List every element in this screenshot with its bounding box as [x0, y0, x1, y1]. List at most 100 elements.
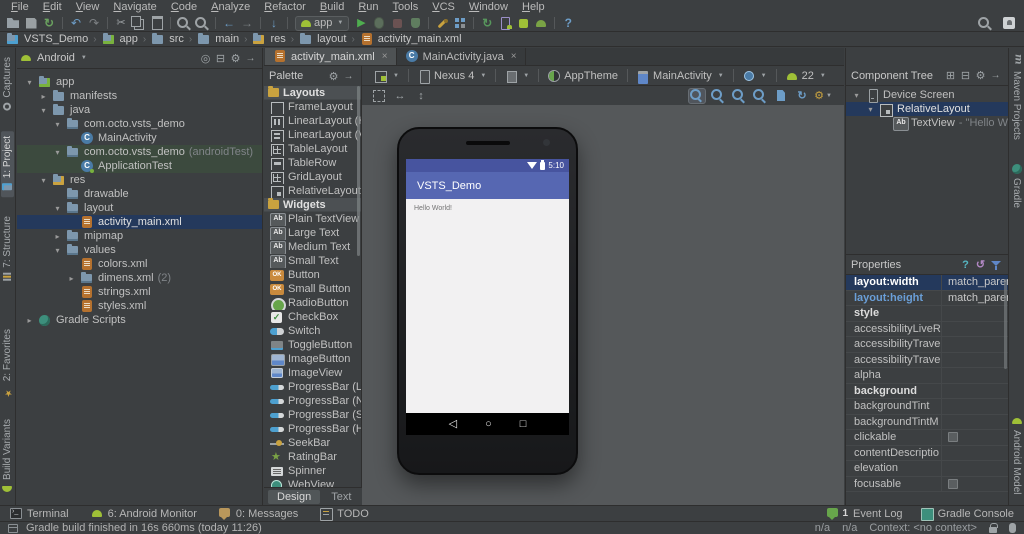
settings-icon[interactable] — [228, 51, 243, 65]
fitscreen-icon[interactable] — [370, 88, 388, 104]
palette-item-button[interactable]: Button — [264, 268, 361, 282]
phone-screen[interactable]: 5:10 VSTS_Demo Hello World! ◁ ○ □ — [406, 159, 569, 435]
tree-row-gradle-scripts[interactable]: ▸Gradle Scripts — [17, 313, 262, 327]
property-value[interactable] — [942, 432, 958, 442]
palette-item-progressbar-hori[interactable]: ProgressBar (Hori — [264, 422, 361, 436]
settings-icon[interactable] — [326, 69, 341, 83]
palette-item-framelayout[interactable]: FrameLayout — [264, 100, 361, 114]
breadcrumb-main[interactable]: main — [197, 33, 239, 46]
tree-row-java[interactable]: ▾java — [17, 103, 262, 117]
filter-icon[interactable] — [988, 258, 1003, 272]
component-relativelayout[interactable]: ▾RelativeLayout — [846, 102, 1008, 116]
stripe-tab-2-favorites[interactable]: 2: Favorites — [1, 324, 14, 400]
tree-row-colors-xml[interactable]: colors.xml — [17, 257, 262, 271]
tree-collapsed-icon[interactable]: ▸ — [25, 316, 34, 325]
checkbox[interactable] — [948, 432, 958, 442]
property-row-style[interactable]: style — [846, 306, 1008, 322]
tree-row-com-octo-vsts-demo[interactable]: ▾com.octo.vsts_demo (androidTest) — [17, 145, 262, 159]
tree-collapsed-icon[interactable]: ▸ — [53, 232, 62, 241]
stripe-tab-gradle[interactable]: Gradle — [1010, 159, 1023, 213]
toolwindow-6-android-monitor[interactable]: 6: Android Monitor — [91, 508, 197, 520]
locale-selector[interactable]: ▼ — [738, 70, 772, 82]
toolwindow-event-log[interactable]: 1Event Log — [827, 508, 902, 520]
palette-item-relativelayout[interactable]: RelativeLayout — [264, 184, 361, 198]
gradle-sync-icon[interactable] — [478, 16, 496, 31]
open-icon[interactable] — [4, 16, 22, 31]
debug-icon[interactable] — [370, 16, 388, 31]
checkbox[interactable] — [948, 479, 958, 489]
tree-expanded-icon[interactable]: ▾ — [53, 204, 62, 213]
palette-item-imageview[interactable]: ImageView — [264, 366, 361, 380]
toggle-stripes-icon[interactable] — [8, 524, 18, 533]
device-preview[interactable]: 5:10 VSTS_Demo Hello World! ◁ ○ □ — [397, 127, 578, 475]
property-row-focusable[interactable]: focusable — [846, 477, 1008, 493]
forward-icon[interactable] — [238, 16, 256, 31]
component-textview[interactable]: TextView - "Hello World!" — [846, 116, 1008, 130]
zoom-fit-icon[interactable] — [688, 88, 706, 104]
project-view-selector[interactable]: Android — [37, 52, 75, 64]
theme-selector[interactable]: AppTheme — [543, 70, 623, 82]
tree-row-activity-main-xml[interactable]: activity_main.xml — [17, 215, 262, 229]
menu-window[interactable]: Window — [462, 0, 515, 15]
breadcrumb-activity-main-xml[interactable]: activity_main.xml — [360, 33, 462, 46]
tree-expanded-icon[interactable]: ▾ — [39, 106, 48, 115]
menu-vcs[interactable]: VCS — [425, 0, 462, 15]
tree-expanded-icon[interactable]: ▾ — [866, 105, 875, 114]
menu-help[interactable]: Help — [515, 0, 552, 15]
palette-item-progressbar-norm[interactable]: ProgressBar (Norm — [264, 394, 361, 408]
palette-section-layouts[interactable]: Layouts — [264, 86, 361, 100]
settings-icon[interactable] — [973, 69, 988, 83]
tree-row-res[interactable]: ▾res — [17, 173, 262, 187]
property-value[interactable]: match_parent — [942, 276, 1008, 288]
run-icon[interactable] — [352, 16, 370, 31]
tree-row-app[interactable]: ▾app — [17, 75, 262, 89]
menu-edit[interactable]: Edit — [36, 0, 69, 15]
design-canvas[interactable]: 5:10 VSTS_Demo Hello World! ◁ ○ □ — [362, 105, 844, 505]
device-selector[interactable]: Nexus 4▼ — [413, 70, 491, 82]
palette-item-large-text[interactable]: Large Text — [264, 226, 361, 240]
close-icon[interactable]: × — [382, 51, 388, 62]
tree-collapsed-icon[interactable]: ▸ — [67, 274, 76, 283]
tree-row-mipmap[interactable]: ▸mipmap — [17, 229, 262, 243]
help-icon[interactable] — [559, 16, 577, 31]
editor-tab-activity-main-xml[interactable]: activity_main.xml× — [265, 48, 397, 65]
back-icon[interactable] — [220, 16, 238, 31]
structure-icon[interactable] — [451, 16, 469, 31]
status-item-0[interactable]: n/a — [815, 522, 830, 534]
palette-item-tablelayout[interactable]: TableLayout — [264, 142, 361, 156]
orientation-selector[interactable]: ▼ — [500, 70, 534, 82]
designer-settings-icon[interactable]: ▼ — [814, 88, 832, 104]
tree-expanded-icon[interactable]: ▾ — [53, 120, 62, 129]
app-body[interactable]: Hello World! — [406, 199, 569, 413]
panh-icon[interactable] — [391, 88, 409, 104]
tree-expanded-icon[interactable]: ▾ — [53, 246, 62, 255]
redo-icon[interactable] — [85, 16, 103, 31]
palette-item-linearlayout-ver[interactable]: LinearLayout (Ver — [264, 128, 361, 142]
update-icon[interactable] — [265, 16, 283, 31]
stripe-tab-build-variants[interactable]: Build Variants — [1, 414, 14, 499]
hide-icon[interactable] — [341, 69, 356, 83]
property-row-elevation[interactable]: elevation — [846, 461, 1008, 477]
stripe-tab-1-project[interactable]: 1: Project — [1, 131, 14, 197]
collapse-icon[interactable] — [958, 69, 973, 83]
zoom-out-icon[interactable] — [751, 88, 769, 104]
zoom-actual-icon[interactable] — [709, 88, 727, 104]
tree-row-values[interactable]: ▾values — [17, 243, 262, 257]
palette-item-togglebutton[interactable]: ToggleButton — [264, 338, 361, 352]
menu-refactor[interactable]: Refactor — [257, 0, 313, 15]
editor-tab-mainactivity-java[interactable]: MainActivity.java× — [397, 48, 526, 65]
tree-row-mainactivity[interactable]: MainActivity — [17, 131, 262, 145]
toolwindow-0-messages[interactable]: 0: Messages — [219, 508, 298, 520]
hide-icon[interactable] — [988, 69, 1003, 83]
toolwindow-terminal[interactable]: Terminal — [10, 508, 69, 520]
palette-item-seekbar[interactable]: SeekBar — [264, 436, 361, 450]
tree-row-layout[interactable]: ▾layout — [17, 201, 262, 215]
render-config[interactable]: ▼ — [370, 70, 404, 82]
properties-scrollbar[interactable] — [1004, 279, 1007, 369]
property-row-backgroundtint[interactable]: backgroundTint — [846, 399, 1008, 415]
property-row-accessibilitylivere[interactable]: accessibilityLiveRe — [846, 322, 1008, 338]
lock-icon[interactable] — [989, 527, 997, 533]
menu-tools[interactable]: Tools — [386, 0, 426, 15]
menu-analyze[interactable]: Analyze — [204, 0, 257, 15]
property-row-accessibilitytraver[interactable]: accessibilityTraver — [846, 337, 1008, 353]
